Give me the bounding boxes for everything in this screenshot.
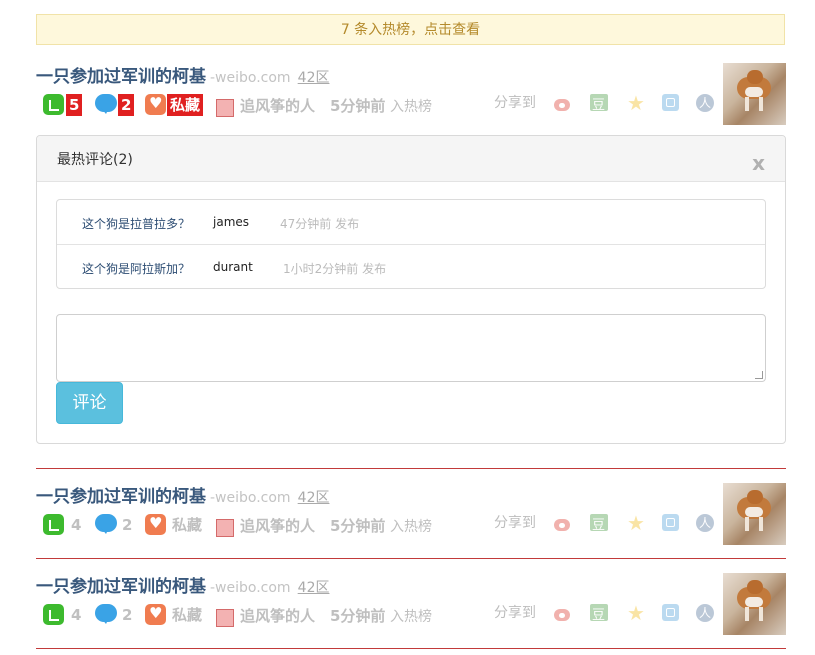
news-source: -weibo.com [210, 490, 291, 506]
comment-user[interactable]: james [213, 215, 249, 229]
author-name[interactable]: 追风筝的人 [240, 95, 315, 116]
panel-title: 最热评论(2) [57, 152, 133, 168]
like-icon[interactable] [43, 94, 64, 115]
news-title-link[interactable]: 一只参加过军训的柯基 [36, 577, 206, 597]
favorite-label[interactable]: 私藏 [167, 94, 204, 116]
news-title-row: 一只参加过军训的柯基 -weibo.com 42区 [36, 572, 329, 597]
share-label: 分享到 [494, 95, 536, 111]
comment-row: 这个狗是阿拉斯加？ durant 1小时2分钟前 发布 [57, 244, 765, 289]
item-divider [36, 648, 786, 649]
comment-input[interactable] [56, 314, 766, 382]
comment-list: 这个狗是拉普拉多？ james 47分钟前 发布 这个狗是阿拉斯加？ duran… [56, 199, 766, 289]
weibo-icon[interactable] [553, 94, 573, 112]
like-icon[interactable] [43, 604, 64, 625]
weibo-icon[interactable] [553, 604, 573, 622]
star-icon[interactable]: ★ [627, 513, 647, 533]
comment-text: 这个狗是阿拉斯加？ [82, 262, 191, 276]
renren-icon[interactable] [696, 94, 714, 112]
qzone-icon[interactable] [662, 514, 679, 531]
douban-icon[interactable] [590, 514, 608, 533]
comment-icon[interactable] [95, 94, 117, 114]
item-divider [36, 558, 786, 559]
news-source: -weibo.com [210, 580, 291, 596]
hot-list-banner[interactable]: 7 条入热榜，点击查看 [36, 14, 785, 45]
author-avatar[interactable] [216, 519, 234, 537]
author-name[interactable]: 追风筝的人 [240, 515, 315, 536]
news-zone-link[interactable]: 42区 [298, 490, 330, 506]
resize-handle-icon[interactable] [755, 371, 763, 379]
douban-icon[interactable] [590, 94, 608, 113]
comment-count: 2 [122, 516, 133, 534]
qzone-icon[interactable] [662, 94, 679, 111]
comment-count: 2 [122, 606, 133, 624]
hot-comments-panel: 最热评论(2) x 这个狗是拉普拉多？ james 47分钟前 发布 这个狗是阿… [36, 135, 786, 444]
news-title-row: 一只参加过军训的柯基 -weibo.com 42区 [36, 62, 329, 87]
post-time: 5分钟前 [330, 517, 386, 535]
renren-icon[interactable] [696, 514, 714, 532]
comment-icon[interactable] [95, 514, 117, 534]
post-time: 5分钟前 [330, 97, 386, 115]
post-time: 5分钟前 [330, 607, 386, 625]
news-meta-row: 4 2 私藏 追风筝的人 5分钟前 入热榜 分享到 ★ [43, 513, 743, 537]
favorite-label[interactable]: 私藏 [172, 604, 202, 626]
like-count: 4 [71, 606, 82, 624]
news-title-row: 一只参加过军训的柯基 -weibo.com 42区 [36, 482, 329, 507]
news-meta-row: 5 2 私藏 追风筝的人 5分钟前 入热榜 分享到 ★ [43, 93, 743, 117]
like-count: 4 [71, 516, 82, 534]
news-title-link[interactable]: 一只参加过军训的柯基 [36, 487, 206, 507]
news-zone-link[interactable]: 42区 [298, 580, 330, 596]
panel-header: 最热评论(2) x [37, 136, 785, 182]
comment-user[interactable]: durant [213, 260, 253, 274]
comment-icon[interactable] [95, 604, 117, 624]
hot-label: 入热榜 [390, 609, 432, 625]
favorite-icon[interactable] [145, 514, 166, 535]
hot-label: 入热榜 [390, 519, 432, 535]
renren-icon[interactable] [696, 604, 714, 622]
share-label: 分享到 [494, 605, 536, 621]
comment-time: 47分钟前 发布 [280, 217, 360, 231]
submit-comment-button[interactable]: 评论 [56, 382, 123, 424]
author-avatar[interactable] [216, 99, 234, 117]
favorite-icon[interactable] [145, 94, 166, 115]
comment-count: 2 [118, 94, 135, 116]
like-icon[interactable] [43, 514, 64, 535]
author-avatar[interactable] [216, 609, 234, 627]
author-name[interactable]: 追风筝的人 [240, 605, 315, 626]
news-zone-link[interactable]: 42区 [298, 70, 330, 86]
item-divider [36, 468, 786, 469]
weibo-icon[interactable] [553, 514, 573, 532]
qzone-icon[interactable] [662, 604, 679, 621]
news-meta-row: 4 2 私藏 追风筝的人 5分钟前 入热榜 分享到 ★ [43, 603, 743, 627]
star-icon[interactable]: ★ [627, 603, 647, 623]
comment-text: 这个狗是拉普拉多？ [82, 217, 191, 231]
favorite-icon[interactable] [145, 604, 166, 625]
douban-icon[interactable] [590, 604, 608, 623]
close-icon[interactable]: x [752, 153, 765, 173]
news-title-link[interactable]: 一只参加过军训的柯基 [36, 67, 206, 87]
share-label: 分享到 [494, 515, 536, 531]
comment-row: 这个狗是拉普拉多？ james 47分钟前 发布 [57, 200, 765, 244]
comment-time: 1小时2分钟前 发布 [283, 262, 387, 276]
news-source: -weibo.com [210, 70, 291, 86]
favorite-label[interactable]: 私藏 [172, 514, 202, 536]
star-icon[interactable]: ★ [627, 93, 647, 113]
hot-label: 入热榜 [390, 99, 432, 115]
like-count: 5 [66, 94, 83, 116]
